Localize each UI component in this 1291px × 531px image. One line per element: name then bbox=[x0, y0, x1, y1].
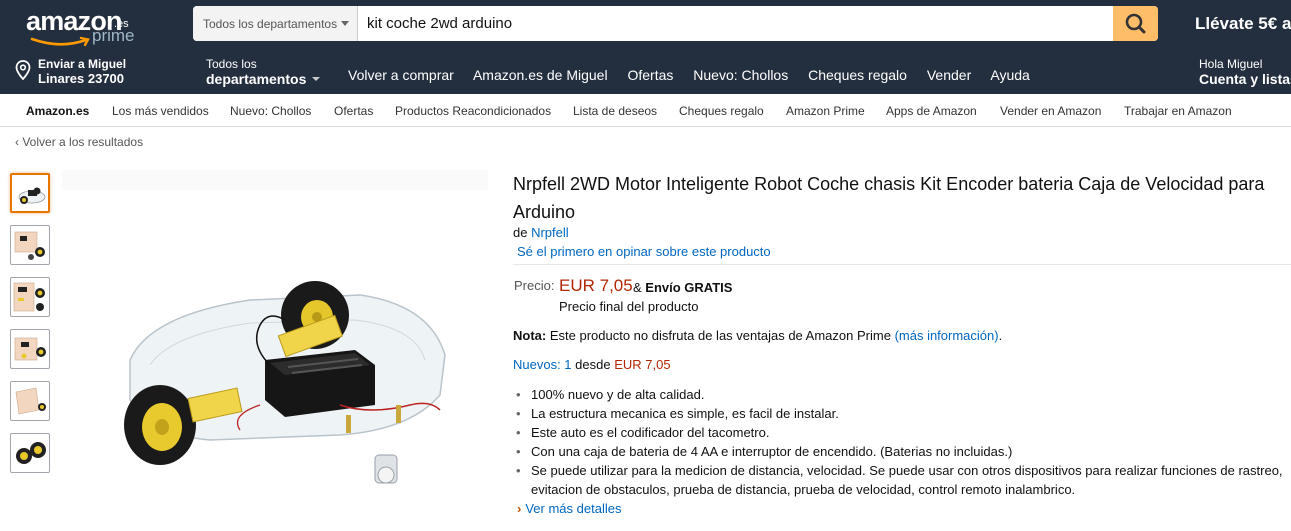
kit-parts-thumb-icon bbox=[14, 231, 45, 260]
search-icon bbox=[1125, 13, 1146, 34]
search-button[interactable] bbox=[1113, 6, 1158, 41]
note-end: . bbox=[998, 328, 1003, 343]
new-offers-price: EUR 7,05 bbox=[614, 357, 671, 372]
new-offers-link[interactable]: Nuevos: 1 bbox=[513, 357, 572, 372]
nav-link-ayuda[interactable]: Ayuda bbox=[990, 67, 1029, 83]
feature-bullets: 100% nuevo y de alta calidad. La estruct… bbox=[513, 385, 1291, 499]
thumbnail-1[interactable] bbox=[10, 173, 50, 213]
robot-car-thumb-icon bbox=[18, 187, 46, 204]
kit-parts-thumb-icon bbox=[13, 282, 45, 312]
price-final-note: Precio final del producto bbox=[559, 299, 699, 314]
product-title: Nrpfell 2WD Motor Inteligente Robot Coch… bbox=[513, 174, 1265, 222]
nav-link-ofertas[interactable]: Ofertas bbox=[627, 67, 673, 83]
location-line2: Linares 23700 bbox=[38, 71, 125, 86]
subnav-reacondicionados[interactable]: Productos Reacondicionados bbox=[395, 104, 551, 118]
thumbnail-2[interactable] bbox=[10, 225, 50, 265]
account-lists: Cuenta y listas bbox=[1199, 71, 1291, 87]
header-nav: Volver a comprar Amazon.es de Miguel Ofe… bbox=[348, 67, 1046, 83]
shipping-amp: & bbox=[633, 280, 642, 295]
free-shipping-label: Envío GRATIS bbox=[645, 280, 733, 295]
subnav-lista-deseos[interactable]: Lista de deseos bbox=[573, 104, 657, 118]
more-info-link[interactable]: (más información) bbox=[895, 328, 999, 343]
caret-down-icon bbox=[312, 77, 320, 81]
subnav-cheques-regalo[interactable]: Cheques regalo bbox=[679, 104, 764, 118]
top-header: amazon .es prime Todos los departamentos… bbox=[0, 0, 1291, 94]
feature-bullet: Este auto es el codificador del tacometr… bbox=[516, 423, 1291, 442]
search-input[interactable] bbox=[359, 6, 1111, 41]
new-offers-desde: desde bbox=[575, 357, 611, 372]
nav-link-vender[interactable]: Vender bbox=[927, 67, 971, 83]
account-greeting: Hola Miguel bbox=[1199, 57, 1263, 71]
price-value: EUR 7,05 bbox=[559, 276, 633, 295]
brand-line: de Nrpfell bbox=[513, 225, 569, 240]
thumbnail-3[interactable] bbox=[10, 277, 50, 317]
back-to-results-label: Volver a los resultados bbox=[22, 135, 144, 149]
robot-car-chassis-image[interactable] bbox=[110, 265, 455, 505]
kit-parts-thumb-icon bbox=[14, 337, 46, 361]
subnav-trabajar[interactable]: Trabajar en Amazon bbox=[1124, 104, 1232, 118]
chevron-right-icon: › bbox=[517, 501, 522, 516]
logo-prime: prime bbox=[92, 26, 135, 45]
note-label: Nota: bbox=[513, 328, 547, 343]
promo-banner[interactable]: Llévate 5€ a bbox=[1195, 14, 1291, 34]
feature-bullet: 100% nuevo y de alta calidad. bbox=[516, 385, 1291, 404]
all-departments-line1: Todos los bbox=[206, 57, 257, 71]
feature-bullet: Con una caja de bateria de 4 AA e interr… bbox=[516, 442, 1291, 461]
sub-navigation: Amazon.es Los más vendidos Nuevo: Chollo… bbox=[0, 94, 1291, 127]
new-offers: Nuevos: 1 desde EUR 7,05 bbox=[513, 357, 671, 372]
subnav-mas-vendidos[interactable]: Los más vendidos bbox=[112, 104, 209, 118]
search-department-label: Todos los departamentos bbox=[203, 17, 338, 31]
more-details-label: Ver más detalles bbox=[525, 501, 622, 516]
subnav-chollos[interactable]: Nuevo: Chollos bbox=[230, 104, 311, 118]
brand-link[interactable]: Nrpfell bbox=[531, 225, 569, 240]
price-label: Precio: bbox=[514, 278, 555, 293]
all-departments-line2: departamentos bbox=[206, 71, 307, 87]
thumbnail-5[interactable] bbox=[10, 381, 50, 421]
search-bar: Todos los departamentos bbox=[193, 6, 1158, 41]
thumbnail-4[interactable] bbox=[10, 329, 50, 369]
subnav-amazon-prime[interactable]: Amazon Prime bbox=[786, 104, 865, 118]
nav-link-cheques-regalo[interactable]: Cheques regalo bbox=[808, 67, 907, 83]
first-review-link[interactable]: Sé el primero en opinar sobre este produ… bbox=[517, 244, 771, 259]
back-to-results-link[interactable]: ‹ Volver a los resultados bbox=[15, 135, 143, 149]
caret-down-icon bbox=[341, 21, 349, 26]
feature-bullet: Se puede utilizar para la medicion de di… bbox=[516, 461, 1291, 499]
chassis-plate-thumb-icon bbox=[15, 387, 46, 415]
location-line1: Enviar a Miguel bbox=[38, 57, 127, 71]
amazon-logo[interactable]: amazon .es prime bbox=[26, 6, 156, 47]
note-text: Este producto no disfruta de las ventaja… bbox=[549, 328, 891, 343]
more-details-link[interactable]: › Ver más detalles bbox=[517, 501, 621, 516]
thumbnail-6[interactable] bbox=[10, 433, 50, 473]
nav-link-volver-a-comprar[interactable]: Volver a comprar bbox=[348, 67, 454, 83]
subnav-vender[interactable]: Vender en Amazon bbox=[1000, 104, 1101, 118]
smile-arrow-icon bbox=[30, 36, 90, 47]
prime-note: Nota: Este producto no disfruta de las v… bbox=[513, 328, 1002, 343]
subnav-apps[interactable]: Apps de Amazon bbox=[886, 104, 977, 118]
image-area-top-band bbox=[62, 170, 488, 190]
nav-link-amazon-de-miguel[interactable]: Amazon.es de Miguel bbox=[473, 67, 608, 83]
wheels-thumb-icon bbox=[16, 442, 46, 464]
divider bbox=[513, 264, 1291, 265]
feature-bullet: La estructura mecanica es simple, es fac… bbox=[516, 404, 1291, 423]
location-pin-icon bbox=[15, 60, 31, 80]
brand-prefix: de bbox=[513, 225, 528, 240]
shipping-info: & Envío GRATIS bbox=[633, 280, 732, 295]
nav-link-chollos[interactable]: Nuevo: Chollos bbox=[693, 67, 788, 83]
subnav-amazon-es[interactable]: Amazon.es bbox=[26, 104, 89, 118]
subnav-ofertas[interactable]: Ofertas bbox=[334, 104, 373, 118]
search-department-select[interactable]: Todos los departamentos bbox=[193, 6, 358, 41]
